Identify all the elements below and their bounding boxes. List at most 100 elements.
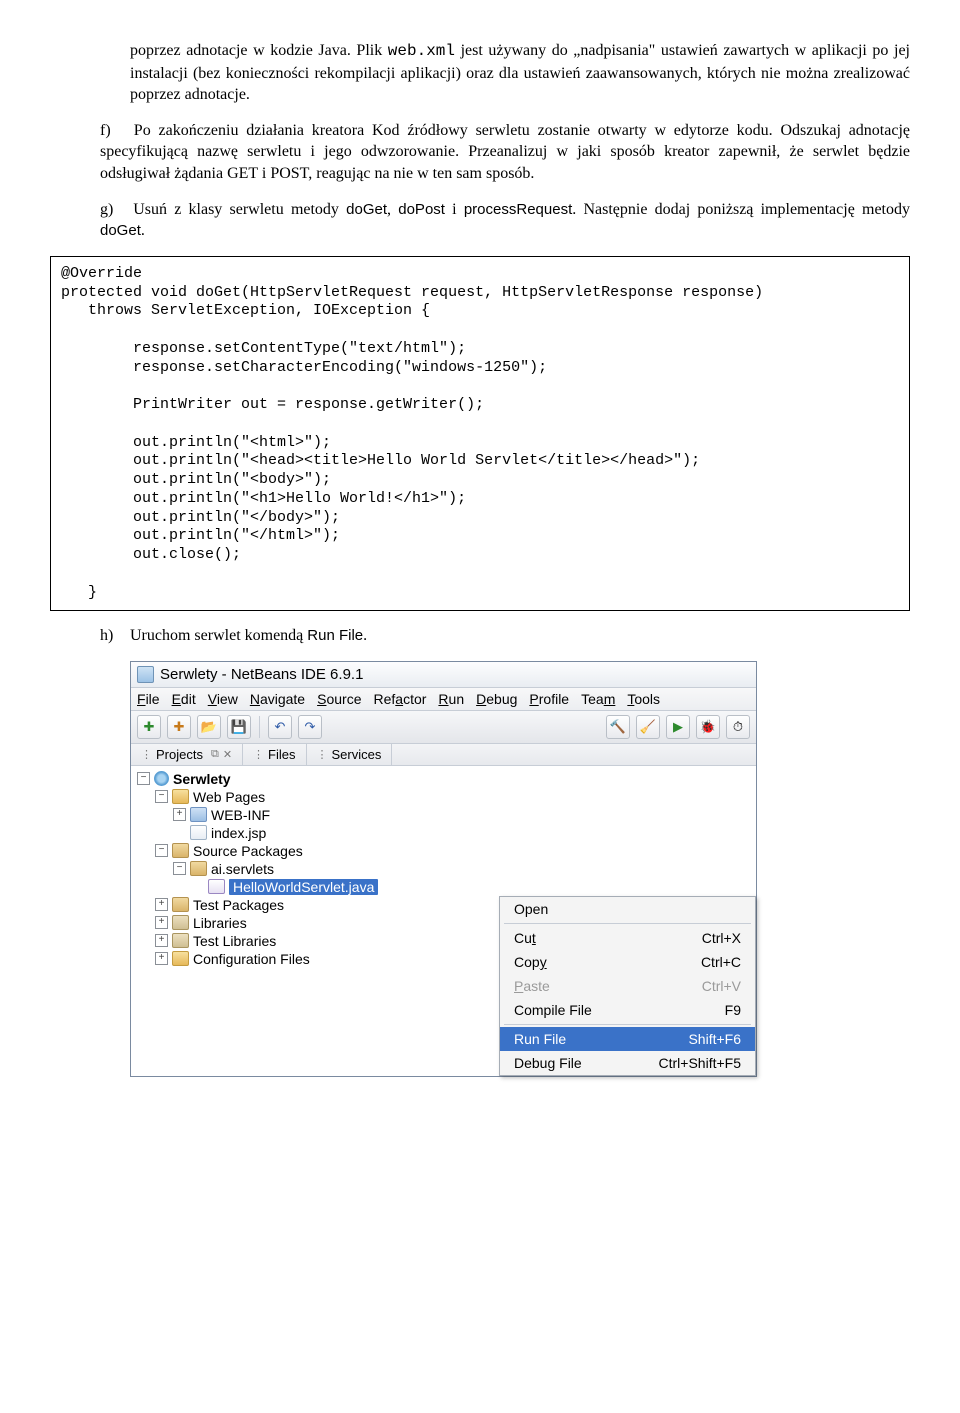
- list-item-h: h) Uruchom serwlet komendą Run File.: [100, 625, 910, 647]
- ctx-compile-shortcut: F9: [725, 1002, 741, 1018]
- text-g-1: Usuń z klasy serwletu metody: [133, 201, 346, 218]
- redo-icon[interactable]: ↷: [298, 715, 322, 739]
- run-icon[interactable]: ▶: [666, 715, 690, 739]
- tree-root-label: Serwlety: [173, 771, 231, 787]
- ctx-open[interactable]: Open: [500, 897, 755, 921]
- menu-profile[interactable]: Profile: [529, 691, 569, 707]
- expand-icon[interactable]: +: [155, 898, 168, 911]
- profile-icon[interactable]: ⏱: [726, 715, 750, 739]
- text-g-2: ,: [387, 201, 398, 218]
- tree-libs[interactable]: + Libraries: [133, 914, 507, 932]
- open-icon[interactable]: 📂: [197, 715, 221, 739]
- debug-icon[interactable]: 🐞: [696, 715, 720, 739]
- new-project-icon[interactable]: ✚: [167, 715, 191, 739]
- text-g-3: i: [445, 201, 464, 218]
- collapse-icon[interactable]: −: [137, 772, 150, 785]
- expand-icon[interactable]: +: [155, 934, 168, 947]
- menu-navigate[interactable]: Navigate: [250, 691, 305, 707]
- ctx-open-label: Open: [514, 901, 548, 917]
- package-icon: [190, 861, 207, 876]
- menu-run[interactable]: Run: [438, 691, 464, 707]
- app-icon: [137, 666, 154, 683]
- ctx-run-shortcut: Shift+F6: [688, 1031, 741, 1047]
- expand-icon[interactable]: +: [155, 952, 168, 965]
- ctx-copy[interactable]: CopyCtrl+C: [500, 950, 755, 974]
- ctx-cut[interactable]: CutCtrl+X: [500, 926, 755, 950]
- ide-body: −Serwlety −Web Pages +WEB-INF index.jsp …: [131, 766, 756, 1076]
- tree-webpages[interactable]: −Web Pages: [133, 788, 507, 806]
- marker-g: g): [100, 199, 126, 221]
- collapse-icon[interactable]: −: [155, 844, 168, 857]
- ctx-paste: PasteCtrl+V: [500, 974, 755, 998]
- menu-tools[interactable]: Tools: [627, 691, 660, 707]
- build-icon[interactable]: 🔨: [606, 715, 630, 739]
- grip-icon: ⋮: [253, 748, 264, 761]
- package-folder-icon: [172, 843, 189, 858]
- menubar: File Edit View Navigate Source Refactor …: [131, 688, 756, 711]
- collapse-icon[interactable]: −: [155, 790, 168, 803]
- tree-indexjsp[interactable]: index.jsp: [133, 824, 507, 842]
- collapse-icon[interactable]: −: [173, 862, 186, 875]
- menu-file[interactable]: File: [137, 691, 160, 707]
- tree-selected-file-label: HelloWorldServlet.java: [229, 879, 378, 895]
- tree-selected-file[interactable]: HelloWorldServlet.java: [133, 878, 507, 896]
- folder-icon: [172, 951, 189, 966]
- file-icon: [190, 825, 207, 840]
- grip-icon: ⋮: [317, 748, 328, 761]
- tree-testlibs-label: Test Libraries: [193, 933, 276, 949]
- panel-tabs: ⋮Projects⧉✕ ⋮Files ⋮Services: [131, 744, 756, 766]
- tree-testlibs[interactable]: + Test Libraries: [133, 932, 507, 950]
- package-folder-icon: [172, 897, 189, 912]
- method-dopost: doPost: [398, 201, 445, 218]
- tab-files-label: Files: [268, 747, 295, 762]
- ctx-separator: [504, 1024, 751, 1025]
- marker-h: h): [100, 625, 126, 647]
- new-file-icon[interactable]: ✚: [137, 715, 161, 739]
- tree-webinf[interactable]: +WEB-INF: [133, 806, 507, 824]
- undo-icon[interactable]: ↶: [268, 715, 292, 739]
- ctx-cut-label: Cut: [514, 930, 536, 946]
- context-menu[interactable]: Open CutCtrl+X CopyCtrl+C PasteCtrl+V Co…: [499, 896, 756, 1076]
- tab-services[interactable]: ⋮Services: [307, 744, 393, 765]
- tree-conf-label: Configuration Files: [193, 951, 310, 967]
- menu-view[interactable]: View: [208, 691, 238, 707]
- intro-text-a: poprzez adnotacje w kodzie Java. Plik: [130, 42, 388, 59]
- tab-projects[interactable]: ⋮Projects⧉✕: [131, 744, 243, 765]
- grip-icon: ⋮: [141, 748, 152, 761]
- tree-root[interactable]: − Serwlety: [133, 770, 507, 788]
- tree-libs-label: Libraries: [193, 915, 247, 931]
- list-item-g: g) Usuń z klasy serwletu metody doGet, d…: [100, 199, 910, 242]
- command-runfile: Run File: [307, 627, 363, 644]
- tree-srcpkg[interactable]: −Source Packages: [133, 842, 507, 860]
- method-doget2: doGet: [100, 222, 141, 239]
- folder-icon: [190, 807, 207, 822]
- method-doget: doGet: [346, 201, 387, 218]
- ctx-run-file[interactable]: Run File Shift+F6: [500, 1027, 755, 1051]
- ctx-separator: [504, 923, 751, 924]
- expand-icon[interactable]: +: [155, 916, 168, 929]
- tab-files[interactable]: ⋮ Files: [243, 744, 306, 765]
- tree-package[interactable]: −ai.servlets: [133, 860, 507, 878]
- list-item-f: f) Po zakończeniu działania kreatora Kod…: [100, 120, 910, 185]
- ctx-compile[interactable]: Compile File F9: [500, 998, 755, 1022]
- ctx-compile-label: Compile File: [514, 1002, 592, 1018]
- java-file-icon: [208, 879, 225, 894]
- ctx-run-label: Run File: [514, 1031, 566, 1047]
- close-icon[interactable]: ✕: [223, 748, 232, 761]
- intro-code: web.xml: [388, 42, 455, 60]
- project-tree[interactable]: −Serwlety −Web Pages +WEB-INF index.jsp …: [131, 766, 509, 1076]
- menu-edit[interactable]: Edit: [172, 691, 196, 707]
- minimize-icon[interactable]: ⧉: [211, 748, 219, 761]
- menu-refactor[interactable]: Refactor: [373, 691, 426, 707]
- menu-team[interactable]: Team: [581, 691, 615, 707]
- tree-conf[interactable]: + Configuration Files: [133, 950, 507, 968]
- menu-debug[interactable]: Debug: [476, 691, 517, 707]
- save-icon[interactable]: 💾: [227, 715, 251, 739]
- expand-icon[interactable]: +: [173, 808, 186, 821]
- ctx-debug-file[interactable]: Debug FileCtrl+Shift+F5: [500, 1051, 755, 1075]
- tree-testpkg-label: Test Packages: [193, 897, 284, 913]
- clean-build-icon[interactable]: 🧹: [636, 715, 660, 739]
- tree-testpkg[interactable]: + Test Packages: [133, 896, 507, 914]
- menu-source[interactable]: Source: [317, 691, 361, 707]
- ide-window: Serwlety - NetBeans IDE 6.9.1 File Edit …: [130, 661, 757, 1077]
